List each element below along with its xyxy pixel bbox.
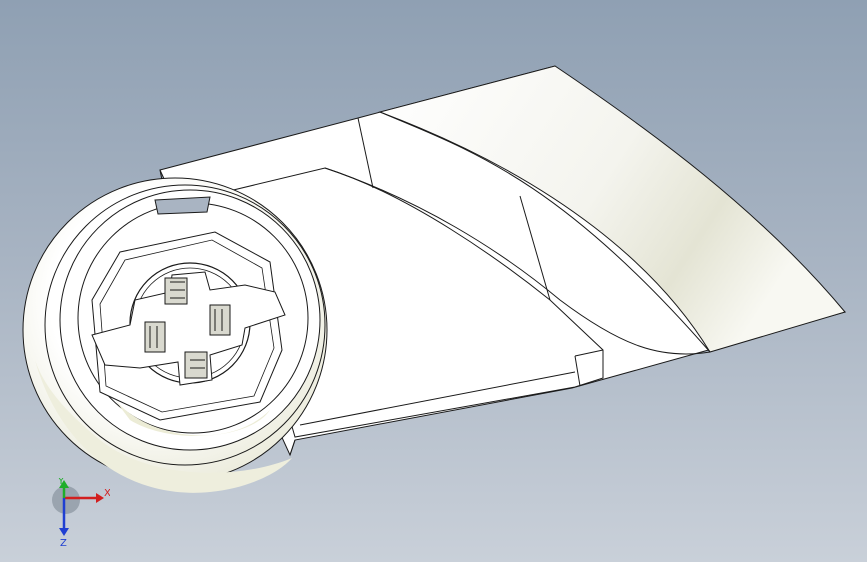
orientation-triad[interactable]: X Y Z [40,476,111,549]
x-axis-arrow-icon [96,493,104,503]
alignment-notch [154,196,211,215]
cad-part-model[interactable] [0,0,867,562]
cad-viewport[interactable]: X Y Z [0,0,867,562]
z-axis-label: Z [60,538,67,548]
triad-sphere-icon [52,486,80,514]
z-axis-arrow-icon [59,528,69,536]
x-axis-label: X [104,488,110,499]
y-axis-label: Y [57,478,65,487]
